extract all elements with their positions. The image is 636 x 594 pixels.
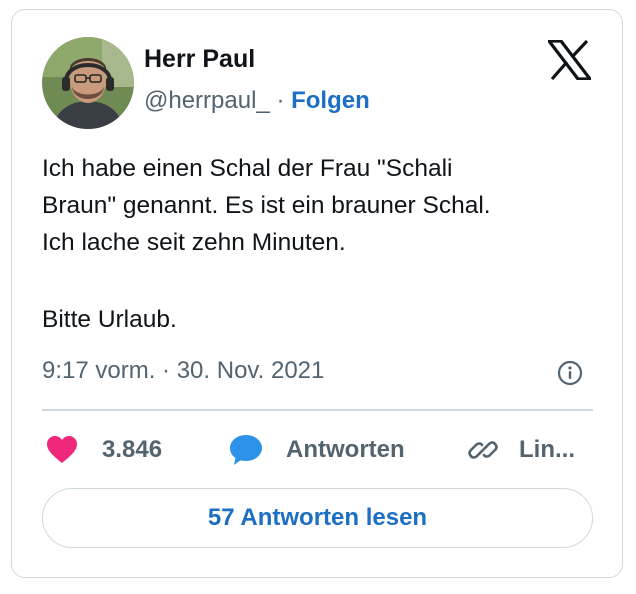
link-icon xyxy=(468,441,498,459)
like-button[interactable]: 3.846 xyxy=(46,430,162,470)
read-replies-button[interactable]: 57 Antworten lesen xyxy=(42,488,593,548)
tweet-paragraph: Ich habe einen Schal der Frau "Schali Br… xyxy=(42,155,491,256)
copy-link-label: Lin... xyxy=(519,436,575,463)
divider xyxy=(42,409,593,411)
avatar[interactable] xyxy=(42,37,134,129)
x-logo-icon[interactable] xyxy=(545,39,594,81)
tweet-timestamp[interactable]: 9:17 vorm. · 30. Nov. 2021 xyxy=(42,355,324,387)
action-bar: 3.846 Antworten Lin... xyxy=(42,430,597,470)
separator-dot: · xyxy=(276,87,285,114)
author-handle[interactable]: @herrpaul_ xyxy=(144,87,270,114)
heart-icon xyxy=(47,436,77,463)
tweet-text: Ich habe einen Schal der Frau "Schali Br… xyxy=(42,150,602,338)
copy-link-button[interactable]: Lin... xyxy=(467,430,575,470)
speech-bubble-icon xyxy=(230,435,262,465)
follow-link[interactable]: Folgen xyxy=(291,87,370,114)
tweet-card: Herr Paul @herrpaul_ · Folgen Ich habe e… xyxy=(11,9,623,578)
info-icon[interactable] xyxy=(557,360,583,386)
avatar-photo xyxy=(42,37,134,129)
reply-button[interactable]: Antworten xyxy=(228,430,405,470)
tweet-paragraph: Bitte Urlaub. xyxy=(42,306,177,333)
author-name[interactable]: Herr Paul xyxy=(144,44,255,74)
like-count: 3.846 xyxy=(102,436,163,463)
reply-label: Antworten xyxy=(286,436,405,463)
author-meta: @herrpaul_ · Folgen xyxy=(144,86,370,116)
